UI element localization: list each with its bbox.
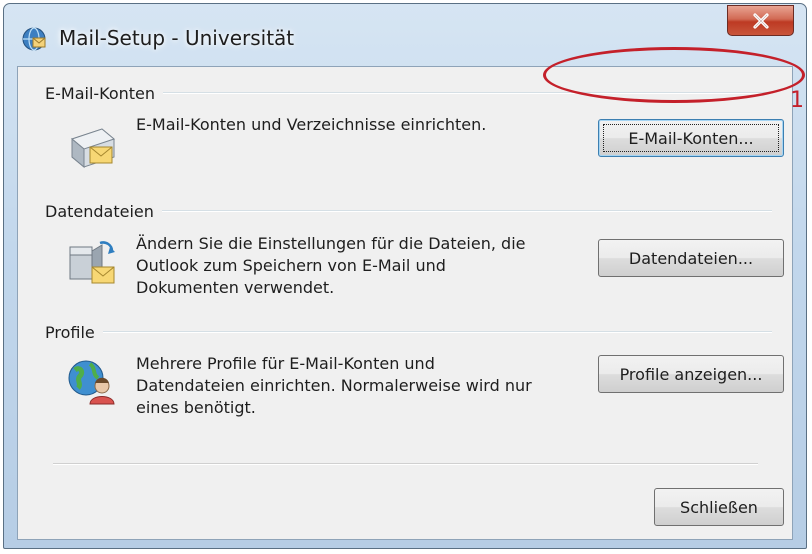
footer-separator	[53, 463, 758, 465]
datafiles-description: Ändern Sie die Einstellungen für die Dat…	[136, 233, 525, 299]
focus-rectangle	[603, 124, 779, 152]
annotation-number: 1	[790, 88, 804, 113]
window-title: Mail-Setup - Universität	[59, 26, 295, 50]
datafiles-description-line-1: Ändern Sie die Einstellungen für die Dat…	[136, 234, 526, 253]
profiles-description: Mehrere Profile für E-Mail-Konten und Da…	[136, 353, 532, 419]
close-window-button[interactable]	[727, 5, 794, 36]
mail-accounts-icon	[70, 128, 116, 169]
dialog-body: E-Mail-Konten E-Mail-Konten und Verzeich…	[17, 66, 793, 540]
data-files-icon	[69, 241, 115, 284]
profiles-header-line	[102, 331, 772, 333]
datafiles-description-line-2: Outlook zum Speichern von E-Mail und	[136, 256, 446, 275]
data-files-button-label: Datendateien...	[628, 248, 754, 268]
datafiles-header-label: Datendateien	[45, 201, 154, 221]
email-accounts-button[interactable]: E-Mail-Konten...	[598, 119, 784, 157]
datafiles-header-line	[161, 210, 772, 212]
profiles-icon	[68, 360, 115, 405]
title-bar[interactable]: Mail-Setup - Universität	[4, 4, 806, 66]
close-dialog-button-label: Schließen	[680, 497, 758, 517]
show-profiles-button[interactable]: Profile anzeigen...	[598, 355, 784, 393]
close-icon	[752, 12, 769, 29]
profiles-description-line-3: eines benötigt.	[136, 398, 256, 417]
accounts-description: E-Mail-Konten und Verzeichnisse einricht…	[136, 115, 487, 134]
profiles-description-line-2: Datendateien einrichten. Normalerweise w…	[136, 376, 532, 395]
accounts-group-header: E-Mail-Konten	[45, 82, 772, 104]
show-profiles-button-label: Profile anzeigen...	[619, 364, 763, 384]
accounts-header-label: E-Mail-Konten	[45, 83, 156, 103]
app-icon	[22, 27, 46, 51]
mail-setup-window: Mail-Setup - Universität E-Mail-Konten E…	[3, 3, 807, 549]
accounts-header-line	[163, 92, 772, 94]
datafiles-description-line-3: Dokumenten verwendet.	[136, 278, 335, 297]
profiles-group-header: Profile	[45, 321, 772, 343]
datafiles-group-header: Datendateien	[45, 200, 772, 222]
data-files-button[interactable]: Datendateien...	[598, 239, 784, 277]
profiles-description-line-1: Mehrere Profile für E-Mail-Konten und	[136, 354, 435, 373]
close-dialog-button[interactable]: Schließen	[654, 488, 784, 526]
profiles-header-label: Profile	[45, 322, 95, 342]
